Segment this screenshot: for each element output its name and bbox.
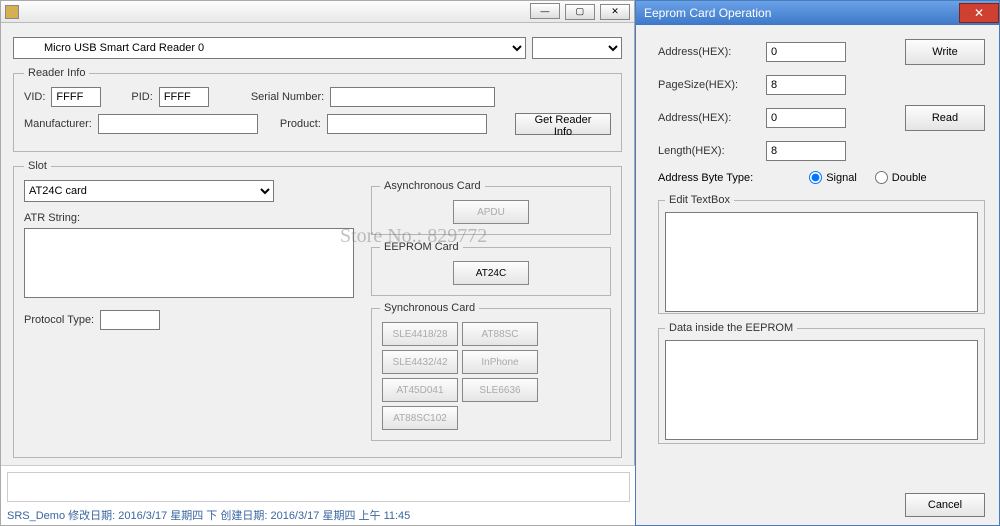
edit-textbox-group: Edit TextBox — [658, 194, 985, 314]
app-icon — [5, 5, 19, 19]
sle4418-button: SLE4418/28 — [382, 322, 458, 346]
reader-info-legend: Reader Info — [24, 67, 89, 79]
slot-legend: Slot — [24, 160, 51, 172]
eeprom-card-group: EEPROM Card AT24C — [371, 241, 611, 296]
serial-label: Serial Number: — [251, 91, 324, 103]
slot-group: Slot AT24C card ATR String: Protocol Typ… — [13, 160, 622, 458]
write-button[interactable]: Write — [905, 39, 985, 65]
at24c-button[interactable]: AT24C — [453, 261, 529, 285]
write-address-label: Address(HEX): — [658, 46, 758, 58]
main-titlebar: — ▢ ✕ — [1, 1, 634, 23]
double-radio[interactable] — [875, 171, 888, 184]
eeprom-body: Address(HEX): Write PageSize(HEX): Addre… — [636, 25, 999, 458]
pagesize-label: PageSize(HEX): — [658, 79, 758, 91]
edit-textbox[interactable] — [665, 212, 978, 312]
get-reader-info-button[interactable]: Get Reader Info — [515, 113, 611, 135]
cancel-row: Cancel — [905, 493, 985, 517]
serial-field[interactable] — [330, 87, 495, 107]
eeprom-legend: EEPROM Card — [380, 241, 463, 253]
sync-legend: Synchronous Card — [380, 302, 479, 314]
main-window: — ▢ ✕ Micro USB Smart Card Reader 0 Read… — [0, 0, 635, 526]
product-field[interactable] — [327, 114, 487, 134]
dialog-close-button[interactable]: ✕ — [959, 3, 999, 23]
protocol-label: Protocol Type: — [24, 314, 94, 326]
eeprom-title: Eeprom Card Operation — [644, 6, 771, 20]
reader-select[interactable]: Micro USB Smart Card Reader 0 — [13, 37, 526, 59]
secondary-select[interactable] — [532, 37, 622, 59]
read-address-label: Address(HEX): — [658, 112, 758, 124]
data-eeprom-legend: Data inside the EEPROM — [665, 322, 797, 334]
async-card-group: Asynchronous Card APDU — [371, 180, 611, 235]
vid-label: VID: — [24, 91, 45, 103]
close-button[interactable]: ✕ — [600, 4, 630, 20]
signal-label: Signal — [826, 172, 857, 184]
pid-field[interactable] — [159, 87, 209, 107]
slot-right-col: Asynchronous Card APDU EEPROM Card AT24C… — [371, 180, 611, 447]
length-field[interactable] — [766, 141, 846, 161]
sync-card-group: Synchronous Card SLE4418/28 AT88SC SLE44… — [371, 302, 611, 441]
eeprom-titlebar: Eeprom Card Operation ✕ — [636, 1, 999, 25]
cancel-button[interactable]: Cancel — [905, 493, 985, 517]
bottom-strip: SRS_Demo 修改日期: 2016/3/17 星期四 下 创建日期: 201… — [1, 465, 636, 525]
edit-textbox-legend: Edit TextBox — [665, 194, 734, 206]
slot-left-col: AT24C card ATR String: Protocol Type: — [24, 180, 363, 447]
read-address-field[interactable] — [766, 108, 846, 128]
main-body: Micro USB Smart Card Reader 0 Reader Inf… — [1, 23, 634, 488]
reader-info-group: Reader Info VID: PID: Serial Number: Man… — [13, 67, 622, 152]
signal-radio[interactable] — [809, 171, 822, 184]
sle6636-button: SLE6636 — [462, 378, 538, 402]
manufacturer-label: Manufacturer: — [24, 118, 92, 130]
at88sc102-button: AT88SC102 — [382, 406, 458, 430]
atr-label: ATR String: — [24, 212, 80, 224]
maximize-button[interactable]: ▢ — [565, 4, 595, 20]
manufacturer-field[interactable] — [98, 114, 258, 134]
eeprom-dialog: Eeprom Card Operation ✕ Address(HEX): Wr… — [635, 0, 1000, 526]
data-eeprom-group: Data inside the EEPROM — [658, 322, 985, 444]
protocol-type-field — [100, 310, 160, 330]
read-button[interactable]: Read — [905, 105, 985, 131]
atr-string-field[interactable] — [24, 228, 354, 298]
product-label: Product: — [280, 118, 321, 130]
address-byte-type-label: Address Byte Type: — [658, 172, 753, 184]
pagesize-field[interactable] — [766, 75, 846, 95]
at88sc-button: AT88SC — [462, 322, 538, 346]
bottom-border — [7, 472, 630, 502]
apdu-button: APDU — [453, 200, 529, 224]
double-label: Double — [892, 172, 927, 184]
write-address-field[interactable] — [766, 42, 846, 62]
sle4432-button: SLE4432/42 — [382, 350, 458, 374]
reader-row: Micro USB Smart Card Reader 0 — [13, 37, 622, 59]
inphone-button: InPhone — [462, 350, 538, 374]
slot-select[interactable]: AT24C card — [24, 180, 274, 202]
minimize-button[interactable]: — — [530, 3, 560, 19]
pid-label: PID: — [131, 91, 152, 103]
vid-field[interactable] — [51, 87, 101, 107]
length-label: Length(HEX): — [658, 145, 758, 157]
data-eeprom-box — [665, 340, 978, 440]
window-controls: — ▢ ✕ — [528, 3, 630, 20]
footer-text: SRS_Demo 修改日期: 2016/3/17 星期四 下 创建日期: 201… — [7, 507, 410, 523]
async-legend: Asynchronous Card — [380, 180, 485, 192]
at45d041-button: AT45D041 — [382, 378, 458, 402]
